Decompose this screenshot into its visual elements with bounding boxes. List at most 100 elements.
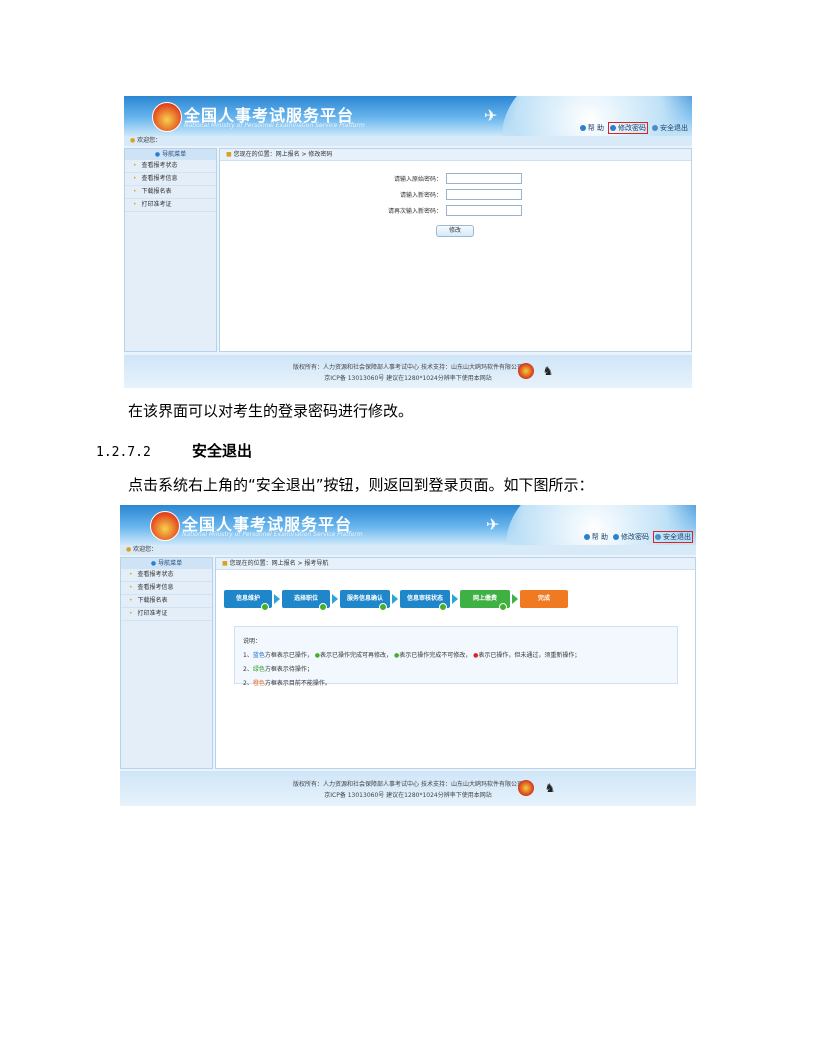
- caption-2: 点击系统右上角的“安全退出”按钮，则返回到登录页面。如下图所示：: [128, 476, 594, 494]
- sidebar-item-status[interactable]: 查看报考状态: [125, 160, 216, 173]
- n1e: 表示已操作完成不可修改，: [399, 652, 472, 659]
- logo-icon: [152, 102, 182, 132]
- national-emblem-icon: [518, 363, 534, 379]
- help-link[interactable]: 帮 助: [579, 123, 604, 133]
- nav-icon: ●: [150, 560, 157, 567]
- arrow-icon: [392, 594, 398, 604]
- step-select-position[interactable]: 选择职位: [282, 590, 330, 611]
- breadcrumb: ■ 您现在的位置：网上报名 > 修改密码: [220, 149, 691, 161]
- police-badge-icon: ♞: [542, 364, 554, 378]
- check-icon: [319, 603, 327, 611]
- sidebar-item-info[interactable]: 查看报考信息: [125, 173, 216, 186]
- step-label: 完成: [537, 595, 550, 602]
- logout-label: 安全退出: [663, 533, 691, 541]
- footer-line2: 京ICP备 13013060号 建议在1280*1024分辨率下使用本网站: [324, 375, 492, 382]
- new-password-label: 请输入新密码：: [399, 192, 442, 199]
- sidebar-item-print[interactable]: 打印准考证: [121, 608, 212, 621]
- nav-header: ● 导航菜单: [125, 149, 216, 160]
- submit-button[interactable]: 修改: [436, 225, 474, 237]
- logout-link[interactable]: 安全退出: [653, 531, 693, 543]
- header-banner: ✈ 全国人事考试服务平台 National Ministry of Person…: [120, 505, 696, 545]
- instructions-box: 说明： 1、蓝色方框表示已操作， ●表示已操作完成可再修改， ●表示已操作完成不…: [234, 626, 678, 687]
- step-review-status[interactable]: 信息审核状态: [400, 590, 450, 611]
- sidebar: ● 导航菜单 查看报考状态 查看报考信息 下载报名表 打印准考证: [120, 557, 213, 769]
- arrow-icon: [512, 594, 518, 604]
- footer-line1: 版权所有：人力资源和社会保障部人事考试中心 技术支持：山东山大鸥玛软件有限公司: [293, 781, 523, 788]
- exit-icon: [652, 125, 658, 131]
- change-password-label: 修改密码: [621, 533, 649, 541]
- n2b: 绿色: [252, 666, 265, 673]
- welcome-bar: ● 欢迎您：: [120, 545, 696, 555]
- sidebar-item-status[interactable]: 查看报考状态: [121, 569, 212, 582]
- section-heading: 1.2.7.2 安全退出: [96, 440, 252, 461]
- check-icon: [499, 603, 507, 611]
- check-icon: [379, 603, 387, 611]
- check-icon: [261, 603, 269, 611]
- nav-icon: ●: [154, 151, 161, 158]
- confirm-password-row: 请再次输入新密码：: [360, 205, 522, 216]
- sidebar-item-info[interactable]: 查看报考信息: [121, 582, 212, 595]
- change-password-link[interactable]: 修改密码: [613, 532, 649, 542]
- header-banner: ✈ 全国人事考试服务平台 National Ministry of Person…: [124, 96, 692, 136]
- step-online-payment[interactable]: 网上缴费: [460, 590, 510, 611]
- n2c: 方框表示待操作；: [264, 666, 313, 673]
- n3c: 方框表示目前不能操作。: [264, 680, 331, 687]
- welcome-text: 欢迎您：: [133, 546, 158, 553]
- new-password-row: 请输入新密码：: [360, 189, 522, 200]
- logo-icon: [150, 511, 180, 541]
- step-complete[interactable]: 完成: [520, 590, 568, 608]
- arrow-icon: [452, 594, 458, 604]
- plane-icon: ✈: [486, 515, 500, 534]
- sidebar-item-download[interactable]: 下载报名表: [125, 186, 216, 199]
- breadcrumb-text: 您现在的位置：网上报名 > 修改密码: [233, 151, 333, 158]
- step-label: 信息维护: [235, 595, 260, 602]
- sidebar-item-download[interactable]: 下载报名表: [121, 595, 212, 608]
- home-icon: ■: [226, 151, 232, 158]
- confirm-password-input[interactable]: [446, 205, 522, 216]
- step-label: 网上缴费: [472, 595, 497, 602]
- change-password-link[interactable]: 修改密码: [608, 122, 648, 134]
- logout-link[interactable]: 安全退出: [652, 123, 688, 133]
- old-password-input[interactable]: [446, 173, 522, 184]
- nav-header-label: 导航菜单: [158, 560, 183, 567]
- arrow-icon: [274, 594, 280, 604]
- footer-line2: 京ICP备 13013060号 建议在1280*1024分辨率下使用本网站: [324, 792, 492, 799]
- instructions-line-3: 2、橙色方框表示目前不能操作。: [243, 678, 669, 687]
- instructions-line-1: 1、蓝色方框表示已操作， ●表示已操作完成可再修改， ●表示已操作完成不可修改，…: [243, 650, 669, 659]
- change-password-label: 修改密码: [618, 124, 646, 132]
- police-badge-icon: ♞: [544, 781, 556, 795]
- step-label: 选择职位: [293, 595, 318, 602]
- step-label: 服务信息确认: [346, 595, 383, 602]
- old-password-label: 请输入原始密码：: [393, 176, 442, 183]
- plane-icon: ✈: [484, 106, 498, 125]
- screenshot-change-password: ✈ 全国人事考试服务平台 National Ministry of Person…: [124, 96, 692, 388]
- help-icon: [579, 125, 586, 131]
- help-label: 帮 助: [591, 533, 608, 541]
- step-info-maintenance[interactable]: 信息维护: [224, 590, 272, 611]
- instructions-title: 说明：: [243, 638, 262, 645]
- n1b: 蓝色: [252, 652, 265, 659]
- step-service-confirm[interactable]: 服务信息确认: [340, 590, 390, 611]
- n3a: 2、: [243, 680, 253, 687]
- screenshot-logout: ✈ 全国人事考试服务平台 National Ministry of Person…: [120, 505, 696, 806]
- section-title: 安全退出: [192, 442, 253, 460]
- n1c: 方框表示已操作，: [264, 652, 313, 659]
- breadcrumb: ■ 您现在的位置：网上报名 > 报考导航: [216, 558, 695, 570]
- step-label: 信息审核状态: [406, 595, 443, 602]
- confirm-password-label: 请再次输入新密码：: [387, 208, 442, 215]
- welcome-bar: ● 欢迎您：: [124, 136, 692, 146]
- n2a: 2、: [243, 666, 253, 673]
- logout-label: 安全退出: [660, 124, 688, 132]
- top-links: 帮 助 修改密码 安全退出: [579, 122, 688, 134]
- new-password-input[interactable]: [446, 189, 522, 200]
- welcome-text: 欢迎您：: [137, 137, 162, 144]
- top-links: 帮 助 修改密码 安全退出: [583, 531, 693, 543]
- n1f: 表示已操作，但未通过，须重新操作；: [478, 652, 581, 659]
- old-password-row: 请输入原始密码：: [360, 173, 522, 184]
- help-label: 帮 助: [587, 124, 604, 132]
- sidebar: ● 导航菜单 查看报考状态 查看报考信息 下载报名表 打印准考证: [124, 148, 217, 352]
- help-link[interactable]: 帮 助: [583, 532, 608, 542]
- sidebar-item-print[interactable]: 打印准考证: [125, 199, 216, 212]
- n1a: 1、: [243, 652, 253, 659]
- national-emblem-icon: [518, 780, 534, 796]
